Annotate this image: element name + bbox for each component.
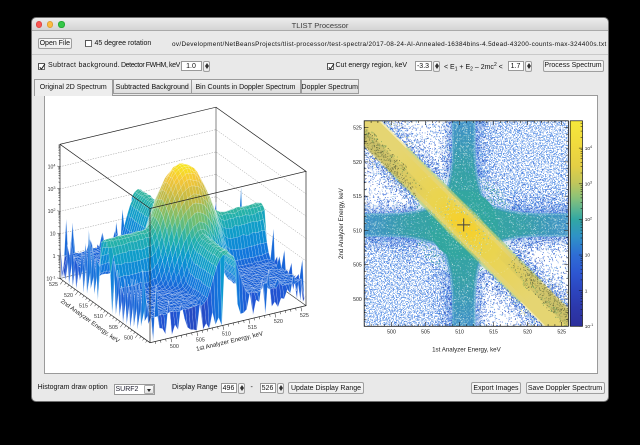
svg-text:10: 10: [585, 253, 591, 259]
svg-text:525: 525: [49, 282, 58, 288]
svg-text:510: 510: [455, 329, 464, 335]
svg-text:10-1: 10-1: [585, 323, 594, 330]
svg-text:103: 103: [585, 181, 592, 188]
svg-text:525: 525: [557, 329, 566, 335]
svg-text:500: 500: [353, 297, 362, 303]
svg-text:10: 10: [50, 232, 56, 238]
svg-text:520: 520: [523, 329, 532, 335]
svg-text:525: 525: [300, 313, 309, 319]
svg-text:505: 505: [421, 329, 430, 335]
svg-text:510: 510: [94, 314, 103, 320]
svg-text:505: 505: [353, 263, 362, 269]
svg-text:104: 104: [585, 145, 592, 152]
svg-text:103: 103: [48, 186, 56, 193]
svg-text:505: 505: [109, 325, 118, 331]
svg-text:500: 500: [170, 344, 179, 350]
svg-text:515: 515: [79, 304, 88, 310]
svg-text:515: 515: [489, 329, 498, 335]
svg-text:102: 102: [585, 216, 592, 223]
svg-text:2nd Analyzer Energy, keV: 2nd Analyzer Energy, keV: [338, 187, 345, 259]
svg-text:104: 104: [48, 164, 56, 171]
svg-text:1: 1: [53, 254, 56, 260]
svg-text:520: 520: [64, 293, 73, 299]
svg-text:510: 510: [222, 331, 231, 337]
svg-text:500: 500: [387, 329, 396, 335]
svg-text:102: 102: [48, 208, 56, 215]
svg-text:510: 510: [353, 228, 362, 234]
svg-text:520: 520: [274, 319, 283, 325]
svg-text:505: 505: [196, 338, 205, 344]
svg-text:1: 1: [585, 288, 588, 294]
svg-text:520: 520: [353, 160, 362, 166]
svg-text:500: 500: [124, 336, 133, 342]
svg-text:515: 515: [248, 325, 257, 331]
svg-text:515: 515: [353, 194, 362, 200]
svg-text:1st Analyzer Energy, keV: 1st Analyzer Energy, keV: [432, 346, 502, 353]
svg-text:525: 525: [353, 126, 362, 132]
